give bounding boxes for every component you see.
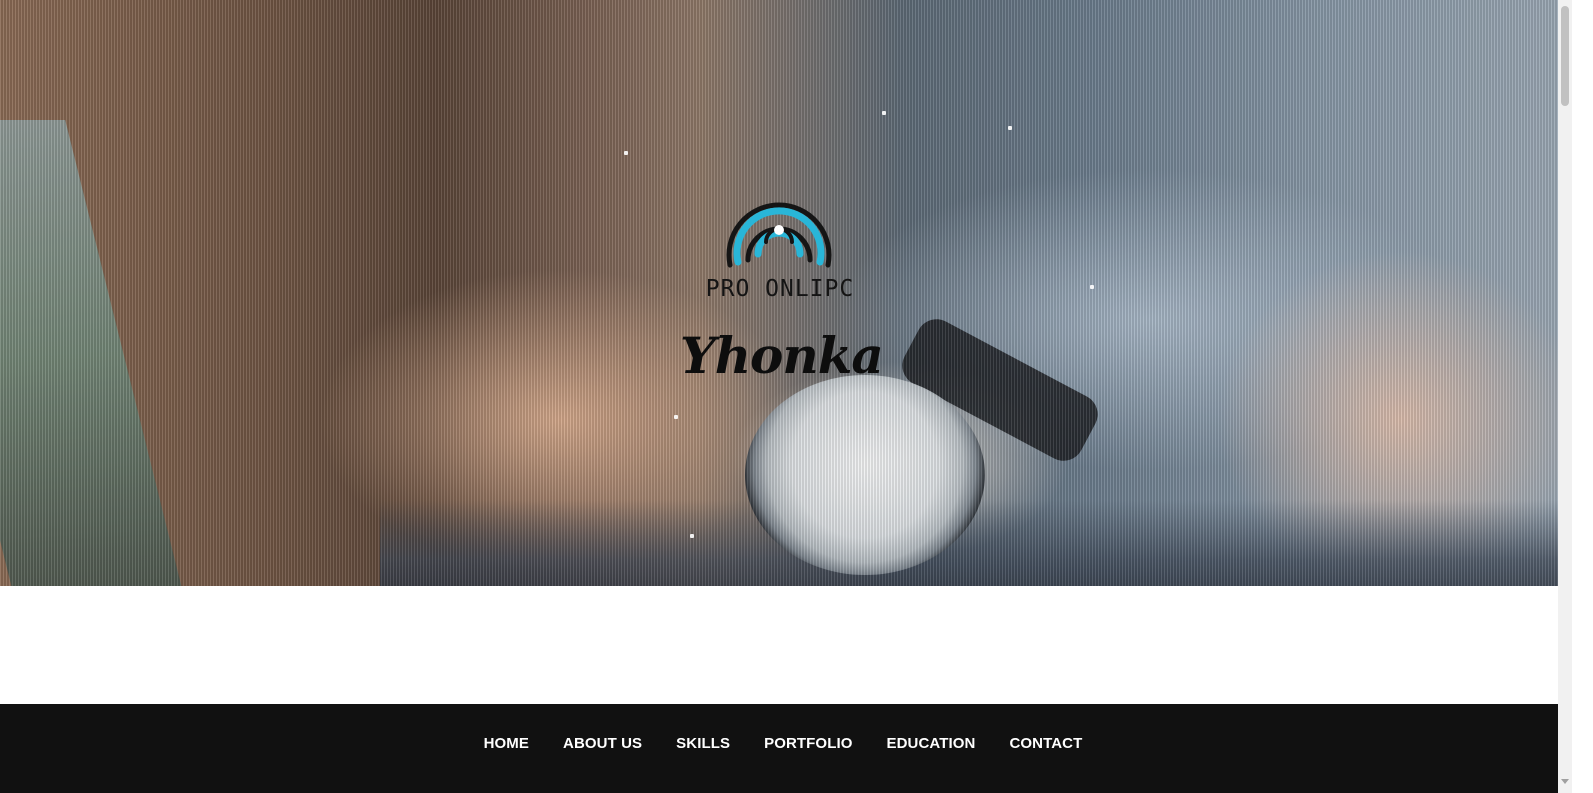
page: PRO ONLIPC Yhonka HOME ABOUT US SKILLS P… [0,0,1593,793]
nav-item-about-us[interactable]: ABOUT US [546,732,659,755]
scrollbar-track[interactable] [1558,0,1572,793]
sparkle-particle [624,151,628,155]
nav-item-home[interactable]: HOME [467,732,546,755]
signature-name: Yhonka [680,326,884,385]
sparkle-particle [1008,126,1012,130]
sparkle-particle [1090,285,1094,289]
sparkle-particle [674,415,678,419]
nav-item-skills[interactable]: SKILLS [659,732,747,755]
nav-item-contact[interactable]: CONTACT [992,732,1099,755]
brand-name: PRO ONLIPC [705,276,855,302]
scrollbar-thumb[interactable] [1561,6,1569,106]
sparkle-particle [690,534,694,538]
nav-item-education[interactable]: EDUCATION [870,732,993,755]
sparkle-particle [882,111,886,115]
main-navigation: HOME ABOUT US SKILLS PORTFOLIO EDUCATION… [0,704,1558,793]
nav-item-portfolio[interactable]: PORTFOLIO [747,732,869,755]
nav-menu: HOME ABOUT US SKILLS PORTFOLIO EDUCATION… [0,732,1558,755]
hero-banner: PRO ONLIPC Yhonka [0,0,1558,586]
scroll-down-arrow-icon[interactable] [1561,779,1569,784]
content-spacer [0,586,1558,704]
